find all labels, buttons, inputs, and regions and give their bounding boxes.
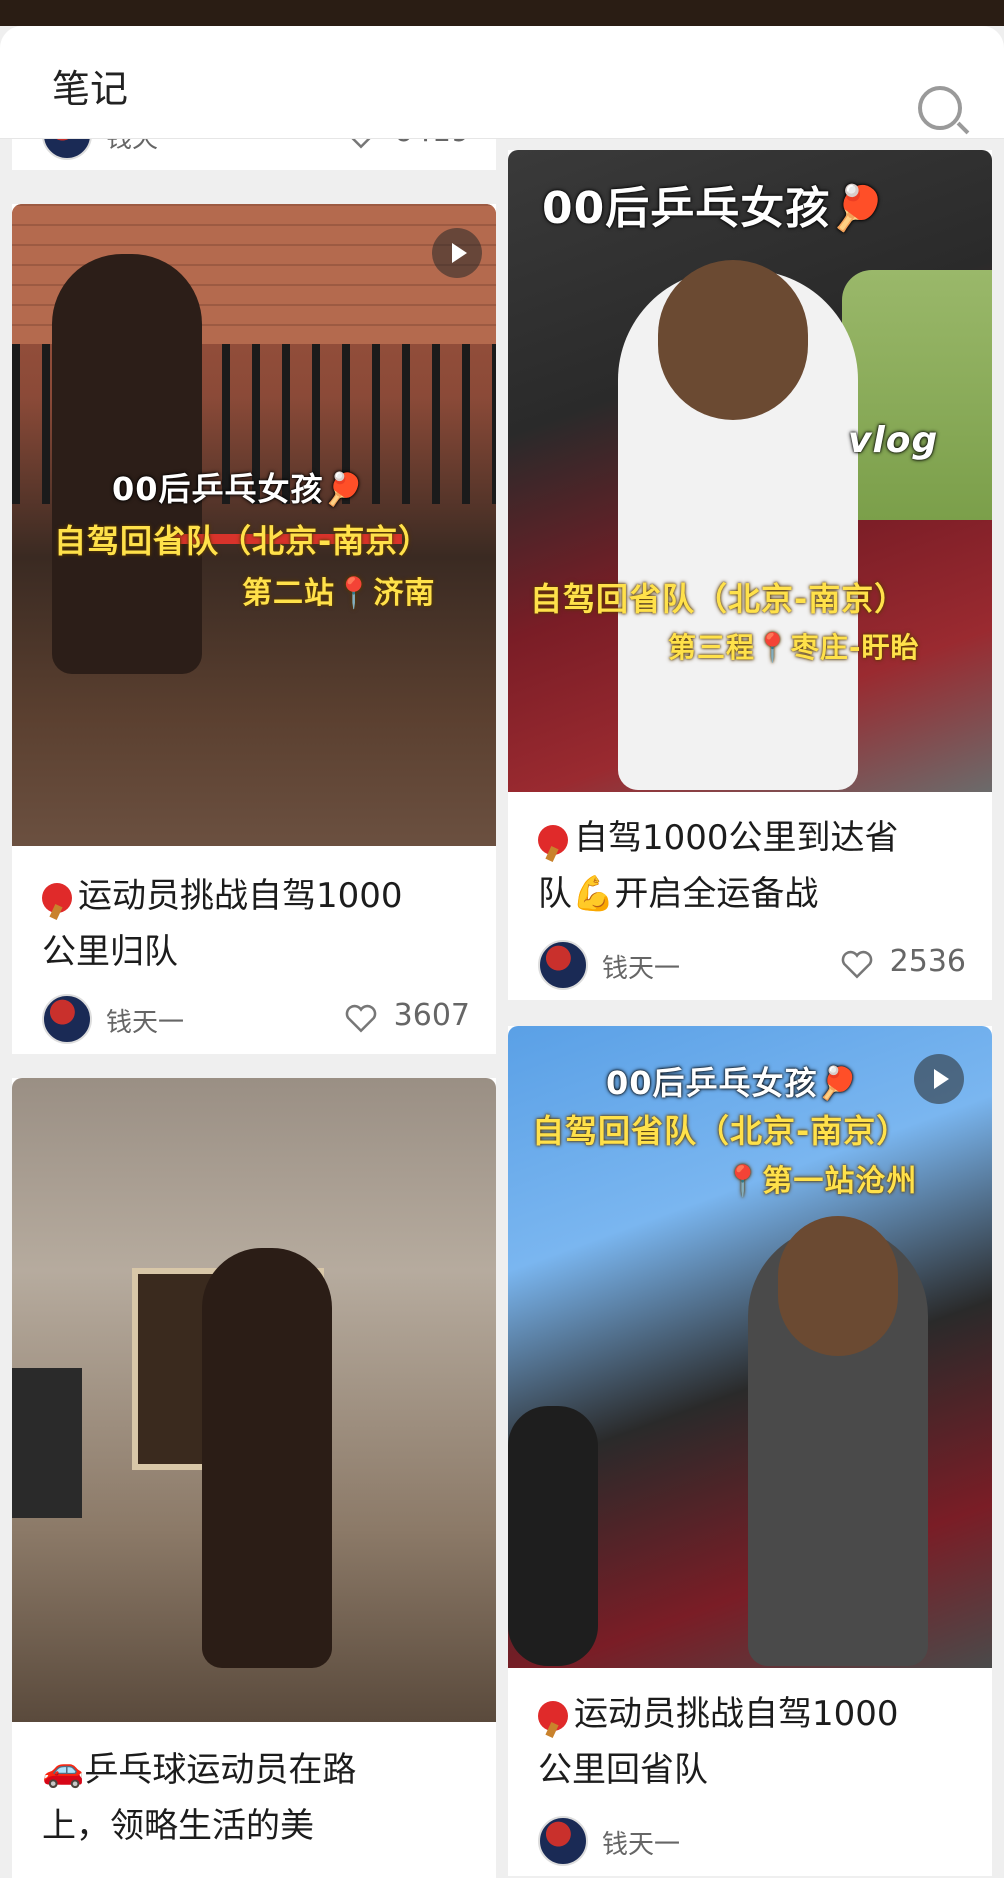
- note-card[interactable]: 00后乒乓女孩🏓 自驾回省队（北京-南京） 📍第一站沧州 运动员挑战自驾1000…: [508, 1026, 992, 1876]
- note-title[interactable]: 运动员挑战自驾1000 公里归队: [42, 868, 474, 980]
- overlay-text: 自驾回省队（北京-南京）: [532, 1112, 910, 1150]
- overlay-text: 第三程📍枣庄-盱眙: [668, 631, 920, 664]
- person-hair: [778, 1216, 898, 1356]
- note-thumbnail[interactable]: 00后乒乓女孩🏓 自驾回省队（北京-南京） 第二站📍济南: [12, 204, 496, 846]
- overlay-text: 00后乒乓女孩🏓: [112, 470, 365, 508]
- overlay-text: 自驾回省队（北京-南京）: [54, 522, 432, 560]
- play-icon[interactable]: [432, 228, 482, 278]
- person-figure: [202, 1248, 332, 1668]
- note-thumbnail[interactable]: 00后乒乓女孩🏓 自驾回省队（北京-南京） 📍第一站沧州: [508, 1026, 992, 1668]
- author-name[interactable]: 钱天一: [106, 1002, 184, 1039]
- like-count: 2536: [889, 944, 966, 979]
- note-card[interactable]: 00后乒乓女孩🏓 自驾回省队（北京-南京） 第二站📍济南 运动员挑战自驾1000…: [12, 204, 496, 1054]
- ping-pong-icon: [538, 824, 568, 855]
- heart-icon[interactable]: [344, 1002, 378, 1034]
- note-title[interactable]: 运动员挑战自驾1000 公里回省队: [538, 1686, 970, 1798]
- heart-icon[interactable]: [840, 948, 874, 980]
- overlay-text: 自驾回省队（北京-南京）: [530, 580, 908, 618]
- avatar[interactable]: [42, 994, 92, 1044]
- avatar[interactable]: [538, 940, 588, 990]
- avatar[interactable]: [538, 1816, 588, 1866]
- ping-pong-icon: [538, 1700, 568, 1731]
- ping-pong-icon: [42, 882, 72, 913]
- note-card[interactable]: 00后乒乓女孩🏓 vlog 自驾回省队（北京-南京） 第三程📍枣庄-盱眙 自驾1…: [508, 150, 992, 1000]
- wall-poster: [12, 1368, 82, 1518]
- like-count: 3607: [393, 998, 470, 1033]
- app-header: 笔记: [0, 26, 1004, 139]
- note-card[interactable]: 🚗乒乓球运动员在路 上，领略生活的美: [12, 1078, 496, 1878]
- note-title[interactable]: 🚗乒乓球运动员在路 上，领略生活的美: [42, 1742, 474, 1854]
- person-hair: [658, 260, 808, 420]
- note-thumbnail[interactable]: 00后乒乓女孩🏓 vlog 自驾回省队（北京-南京） 第三程📍枣庄-盱眙: [508, 150, 992, 792]
- status-strip: [0, 0, 1004, 26]
- author-name[interactable]: 钱天一: [602, 948, 680, 985]
- play-icon[interactable]: [914, 1054, 964, 1104]
- overlay-text: 00后乒乓女孩🏓: [542, 183, 887, 234]
- overlay-text: 00后乒乓女孩🏓: [606, 1064, 859, 1102]
- overlay-text: vlog: [848, 420, 939, 461]
- note-title[interactable]: 自驾1000公里到达省 队💪开启全运备战: [538, 810, 970, 922]
- overlay-text: 📍第一站沧州: [724, 1164, 918, 1199]
- author-name[interactable]: 钱天一: [602, 1824, 680, 1861]
- note-thumbnail[interactable]: [12, 1078, 496, 1722]
- steering-wheel: [508, 1406, 598, 1666]
- search-icon[interactable]: [918, 86, 962, 130]
- car-window: [842, 270, 992, 520]
- page-title: 笔记: [52, 67, 129, 111]
- overlay-text: 第二站📍济南: [242, 576, 436, 611]
